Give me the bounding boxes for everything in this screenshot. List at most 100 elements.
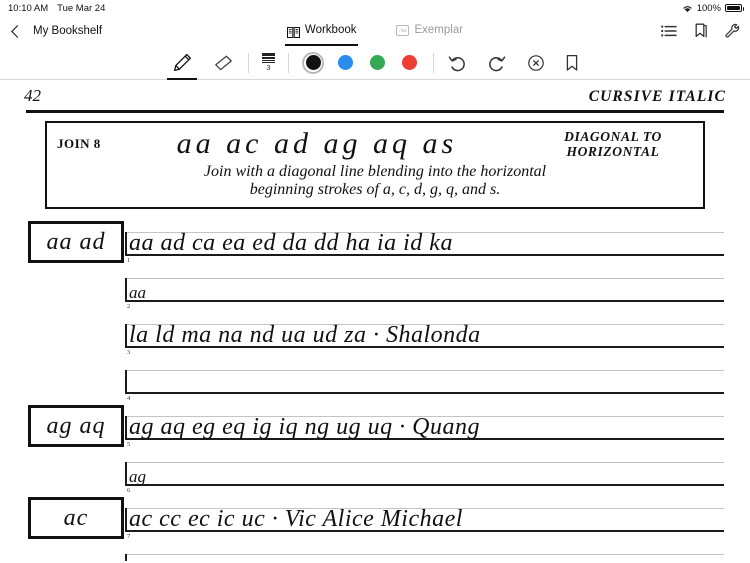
line-start-tick: [125, 508, 127, 532]
bookmark-icon[interactable]: [693, 23, 708, 40]
line-width-value: 3: [266, 62, 271, 72]
color-swatch-red[interactable]: [398, 52, 420, 74]
status-time: 10:10 AM: [8, 2, 49, 14]
navigation-actions: [661, 23, 740, 40]
redo-icon[interactable]: [487, 53, 507, 73]
line-start-tick: [125, 370, 127, 394]
chevron-left-icon: [11, 24, 24, 38]
row-content: aa ad ca ea ed da dd ha ia id ka: [129, 230, 453, 256]
line-start-tick: [125, 278, 127, 302]
instruction-box: JOIN 8 aa ac ad ag aq as DIAGONAL TO HOR…: [45, 121, 705, 209]
mode-tabs: Workbook Aa Exemplar: [0, 24, 750, 46]
tab-exemplar[interactable]: Aa Exemplar: [396, 24, 463, 38]
row-content: aa: [129, 283, 146, 302]
line-number: 3: [127, 349, 131, 356]
undo-icon[interactable]: [447, 53, 467, 73]
row-content: ac: [129, 560, 145, 561]
practice-row[interactable]: 8 ac: [22, 541, 728, 561]
writing-line[interactable]: 1 aa ad ca ea ed da dd ha ia id ka: [125, 219, 724, 265]
color-dot-black: [305, 55, 321, 70]
baseline: [125, 484, 724, 486]
workbook-page[interactable]: 4 2 CURSIVE ITALIC JOIN 8 aa ac ad ag aq …: [0, 80, 750, 561]
page-title: CURSIVE ITALIC: [588, 88, 726, 105]
writing-line[interactable]: 5 ag aq eg eq ig iq ng ug uq · Quang: [125, 403, 724, 449]
back-to-bookshelf-button[interactable]: My Bookshelf: [10, 24, 103, 38]
status-date: Tue Mar 24: [57, 2, 106, 14]
color-dot-green: [369, 55, 385, 70]
row-content: ag aq eg eq ig iq ng ug uq · Quang: [129, 414, 480, 440]
color-swatches: [289, 51, 433, 74]
tool-group: [158, 52, 248, 81]
practice-row[interactable]: 4: [22, 357, 728, 403]
clear-circle-x-icon[interactable]: [527, 54, 545, 72]
baseline: [125, 300, 724, 302]
tab-workbook-label: Workbook: [304, 24, 357, 36]
color-swatch-blue[interactable]: [334, 52, 356, 74]
bookmark-outline-icon[interactable]: [565, 54, 579, 72]
instruction-top: JOIN 8 aa ac ad ag aq as DIAGONAL TO HOR…: [57, 127, 693, 160]
practice-row[interactable]: ag aq 5 ag aq eg eq ig iq ng ug uq · Qua…: [22, 403, 728, 449]
wifi-icon: [682, 4, 693, 13]
line-weight-bars: [262, 53, 275, 63]
line-start-tick: [125, 462, 127, 486]
pencil-icon[interactable]: [167, 52, 197, 81]
line-number: 1: [127, 257, 131, 264]
writing-line[interactable]: 6 ag: [125, 449, 724, 495]
join-label: JOIN 8: [57, 136, 101, 151]
row-content: la ld ma na nd ua ud za · Shalonda: [129, 322, 481, 348]
color-swatch-green[interactable]: [366, 52, 388, 74]
row-content: ag: [129, 467, 146, 486]
line-width-group: 3: [249, 53, 288, 72]
line-start-tick: [125, 232, 127, 256]
writing-line[interactable]: 2 aa: [125, 265, 724, 311]
practice-row[interactable]: 6 ag: [22, 449, 728, 495]
row-key-box: aa ad: [28, 221, 124, 263]
battery-icon: [725, 4, 744, 12]
navigation-bar: My Bookshelf Workbook Aa Exemplar: [0, 16, 750, 46]
baseline: [125, 392, 724, 394]
x-height-guide: [125, 462, 724, 464]
workbook-app: 10:10 AM Tue Mar 24 100% My Bookshelf Wo…: [0, 0, 750, 563]
color-swatch-black[interactable]: [302, 51, 324, 74]
line-start-tick: [125, 554, 127, 561]
status-bar-left: 10:10 AM Tue Mar 24: [8, 3, 105, 14]
practice-rows: aa ad 1 aa ad ca ea ed da dd ha ia id ka…: [22, 219, 728, 561]
writing-line[interactable]: 7 ac cc ec ic uc · Vic Alice Michael: [125, 495, 724, 541]
color-dot-blue: [337, 55, 353, 70]
practice-row[interactable]: aa ad 1 aa ad ca ea ed da dd ha ia id ka: [22, 219, 728, 265]
line-number: 2: [127, 303, 131, 310]
practice-row[interactable]: 3 la ld ma na nd ua ud za · Shalonda: [22, 311, 728, 357]
practice-row[interactable]: ac 7 ac cc ec ic uc · Vic Alice Michael: [22, 495, 728, 541]
row-content: ac cc ec ic uc · Vic Alice Michael: [129, 506, 463, 532]
status-bar: 10:10 AM Tue Mar 24 100%: [0, 0, 750, 16]
history-group: [434, 53, 592, 73]
wrench-icon[interactable]: [724, 23, 740, 39]
line-number: 7: [127, 533, 131, 540]
line-number: 6: [127, 487, 131, 494]
row-key-box: ag aq: [28, 405, 124, 447]
line-number: 5: [127, 441, 131, 448]
battery-percent: 100%: [696, 2, 721, 14]
join-category-label: DIAGONAL TO HORIZONTAL: [564, 129, 662, 159]
open-book-icon: [286, 25, 300, 38]
tab-workbook[interactable]: Workbook: [284, 24, 359, 46]
join-pairs-sample: aa ac ad ag aq as: [176, 127, 458, 160]
writing-line[interactable]: 3 la ld ma na nd ua ud za · Shalonda: [125, 311, 724, 357]
writing-line[interactable]: 4: [125, 357, 724, 403]
line-start-tick: [125, 416, 127, 440]
line-weight-icon[interactable]: 3: [262, 53, 275, 72]
line-number: 4: [127, 395, 131, 402]
status-bar-right: 100%: [682, 2, 744, 14]
list-icon[interactable]: [661, 25, 677, 37]
x-height-guide: [125, 278, 724, 280]
instruction-text-line2: beginning strokes of a, c, d, g, q, and …: [249, 181, 501, 198]
drawing-toolbar: 3: [0, 46, 750, 81]
aa-text-icon: Aa: [396, 24, 410, 36]
writing-line[interactable]: 8 ac: [125, 541, 724, 561]
color-dot-red: [401, 55, 417, 70]
practice-row[interactable]: 2 aa: [22, 265, 728, 311]
eraser-icon[interactable]: [213, 52, 235, 74]
back-label: My Bookshelf: [33, 25, 103, 37]
line-start-tick: [125, 324, 127, 348]
x-height-guide: [125, 370, 724, 372]
